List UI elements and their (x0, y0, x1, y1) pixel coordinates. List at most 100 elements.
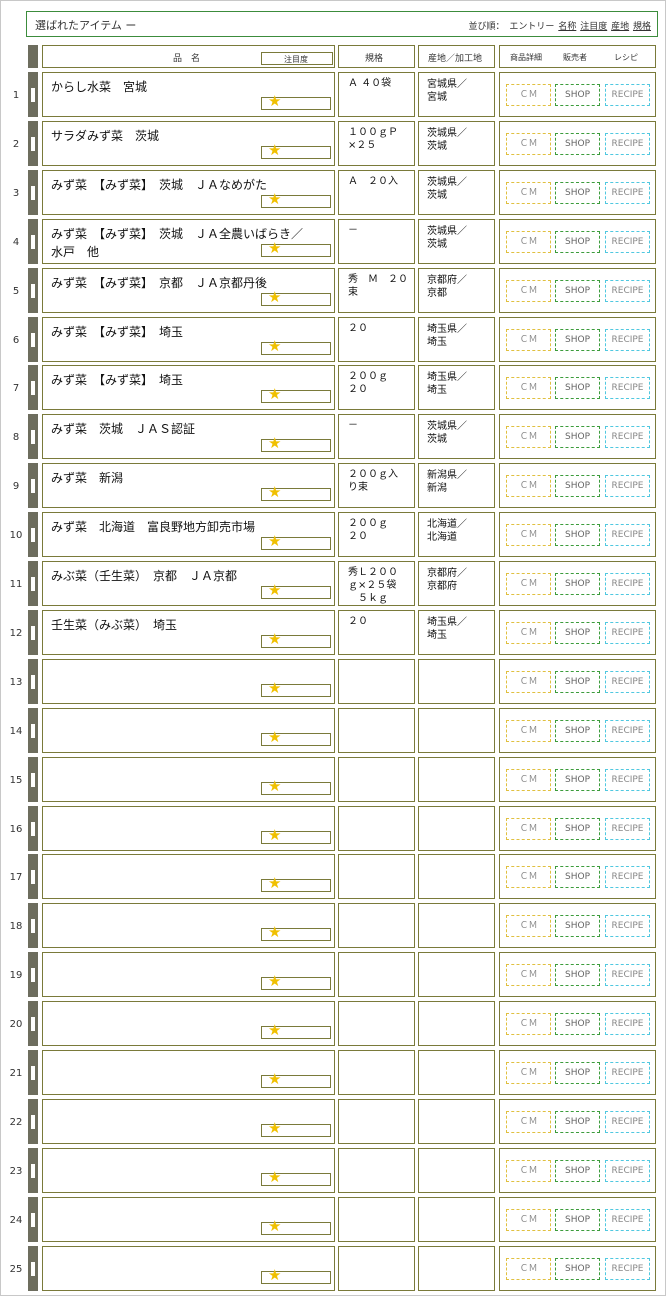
cm-button[interactable]: ＣＭ (506, 769, 551, 791)
recipe-button[interactable]: RECIPE (605, 329, 650, 351)
item-name[interactable]: からし水菜 宮城 (51, 78, 331, 96)
attention-box[interactable]: ★ (261, 1072, 331, 1088)
row-name-cell[interactable]: ★ (42, 659, 335, 704)
shop-button[interactable]: SHOP (555, 720, 600, 742)
cm-button[interactable]: ＣＭ (506, 329, 551, 351)
row-name-cell[interactable]: サラダみず菜 茨城 ★ (42, 121, 335, 166)
recipe-button[interactable]: RECIPE (605, 769, 650, 791)
recipe-button[interactable]: RECIPE (605, 231, 650, 253)
recipe-button[interactable]: RECIPE (605, 475, 650, 497)
attention-box[interactable]: ★ (261, 681, 331, 697)
attention-box[interactable]: ★ (261, 974, 331, 990)
recipe-button[interactable]: RECIPE (605, 1160, 650, 1182)
row-name-cell[interactable]: ★ (42, 757, 335, 802)
item-name[interactable]: みず菜 新潟 (51, 469, 331, 487)
header-attention-box[interactable]: 注目度 (261, 52, 333, 65)
cm-button[interactable]: ＣＭ (506, 475, 551, 497)
attention-box[interactable]: ★ (261, 143, 331, 159)
recipe-button[interactable]: RECIPE (605, 524, 650, 546)
item-name[interactable]: みず菜 【みず菜】 茨城 ＪＡなめがた (51, 176, 331, 194)
shop-button[interactable]: SHOP (555, 1111, 600, 1133)
row-name-cell[interactable]: ★ (42, 1246, 335, 1291)
shop-button[interactable]: SHOP (555, 329, 600, 351)
cm-button[interactable]: ＣＭ (506, 818, 551, 840)
recipe-button[interactable]: RECIPE (605, 1258, 650, 1280)
row-name-cell[interactable]: ★ (42, 1148, 335, 1193)
cm-button[interactable]: ＣＭ (506, 524, 551, 546)
sort-option-spec[interactable]: 規格 (633, 22, 651, 32)
row-name-cell[interactable]: みず菜 【みず菜】 茨城 ＪＡ全農いばらき／ 水戸 他 ★ (42, 219, 335, 264)
shop-button[interactable]: SHOP (555, 866, 600, 888)
recipe-button[interactable]: RECIPE (605, 377, 650, 399)
cm-button[interactable]: ＣＭ (506, 1062, 551, 1084)
shop-button[interactable]: SHOP (555, 818, 600, 840)
attention-box[interactable]: ★ (261, 436, 331, 452)
row-name-cell[interactable]: みず菜 【みず菜】 京都 ＪＡ京都丹後 ★ (42, 268, 335, 313)
cm-button[interactable]: ＣＭ (506, 133, 551, 155)
attention-box[interactable]: ★ (261, 828, 331, 844)
attention-box[interactable]: ★ (261, 1023, 331, 1039)
cm-button[interactable]: ＣＭ (506, 915, 551, 937)
cm-button[interactable]: ＣＭ (506, 720, 551, 742)
recipe-button[interactable]: RECIPE (605, 1013, 650, 1035)
shop-button[interactable]: SHOP (555, 622, 600, 644)
attention-box[interactable]: ★ (261, 1121, 331, 1137)
attention-box[interactable]: ★ (261, 876, 331, 892)
row-name-cell[interactable]: ★ (42, 1099, 335, 1144)
shop-button[interactable]: SHOP (555, 1258, 600, 1280)
shop-button[interactable]: SHOP (555, 671, 600, 693)
cm-button[interactable]: ＣＭ (506, 964, 551, 986)
shop-button[interactable]: SHOP (555, 1013, 600, 1035)
recipe-button[interactable]: RECIPE (605, 671, 650, 693)
attention-box[interactable]: ★ (261, 192, 331, 208)
recipe-button[interactable]: RECIPE (605, 133, 650, 155)
shop-button[interactable]: SHOP (555, 377, 600, 399)
attention-box[interactable]: ★ (261, 583, 331, 599)
attention-box[interactable]: ★ (261, 925, 331, 941)
sort-option-origin[interactable]: 産地 (611, 22, 629, 32)
attention-box[interactable]: ★ (261, 1170, 331, 1186)
recipe-button[interactable]: RECIPE (605, 182, 650, 204)
recipe-button[interactable]: RECIPE (605, 280, 650, 302)
item-name[interactable]: みず菜 北海道 富良野地方卸売市場 (51, 518, 331, 536)
attention-box[interactable]: ★ (261, 290, 331, 306)
recipe-button[interactable]: RECIPE (605, 720, 650, 742)
row-name-cell[interactable]: みず菜 茨城 ＪＡＳ認証 ★ (42, 414, 335, 459)
attention-box[interactable]: ★ (261, 485, 331, 501)
shop-button[interactable]: SHOP (555, 915, 600, 937)
row-name-cell[interactable]: ★ (42, 1001, 335, 1046)
attention-box[interactable]: ★ (261, 730, 331, 746)
item-name[interactable]: みず菜 【みず菜】 埼玉 (51, 371, 331, 389)
cm-button[interactable]: ＣＭ (506, 1111, 551, 1133)
shop-button[interactable]: SHOP (555, 133, 600, 155)
shop-button[interactable]: SHOP (555, 231, 600, 253)
row-name-cell[interactable]: ★ (42, 903, 335, 948)
row-name-cell[interactable]: ★ (42, 952, 335, 997)
item-name[interactable]: みず菜 【みず菜】 京都 ＪＡ京都丹後 (51, 274, 331, 292)
recipe-button[interactable]: RECIPE (605, 1062, 650, 1084)
item-name[interactable]: みぶ菜（壬生菜） 京都 ＪＡ京都 (51, 567, 331, 585)
row-name-cell[interactable]: みず菜 【みず菜】 埼玉 ★ (42, 317, 335, 362)
shop-button[interactable]: SHOP (555, 964, 600, 986)
row-name-cell[interactable]: みず菜 【みず菜】 茨城 ＪＡなめがた ★ (42, 170, 335, 215)
cm-button[interactable]: ＣＭ (506, 573, 551, 595)
shop-button[interactable]: SHOP (555, 426, 600, 448)
recipe-button[interactable]: RECIPE (605, 1111, 650, 1133)
item-name[interactable]: みず菜 茨城 ＪＡＳ認証 (51, 420, 331, 438)
shop-button[interactable]: SHOP (555, 1062, 600, 1084)
row-name-cell[interactable]: みず菜 北海道 富良野地方卸売市場 ★ (42, 512, 335, 557)
shop-button[interactable]: SHOP (555, 524, 600, 546)
recipe-button[interactable]: RECIPE (605, 964, 650, 986)
row-name-cell[interactable]: からし水菜 宮城 ★ (42, 72, 335, 117)
row-name-cell[interactable]: ★ (42, 854, 335, 899)
cm-button[interactable]: ＣＭ (506, 182, 551, 204)
cm-button[interactable]: ＣＭ (506, 622, 551, 644)
shop-button[interactable]: SHOP (555, 573, 600, 595)
cm-button[interactable]: ＣＭ (506, 1258, 551, 1280)
cm-button[interactable]: ＣＭ (506, 231, 551, 253)
recipe-button[interactable]: RECIPE (605, 1209, 650, 1231)
attention-box[interactable]: ★ (261, 339, 331, 355)
attention-box[interactable]: ★ (261, 632, 331, 648)
row-name-cell[interactable]: みぶ菜（壬生菜） 京都 ＪＡ京都 ★ (42, 561, 335, 606)
recipe-button[interactable]: RECIPE (605, 915, 650, 937)
